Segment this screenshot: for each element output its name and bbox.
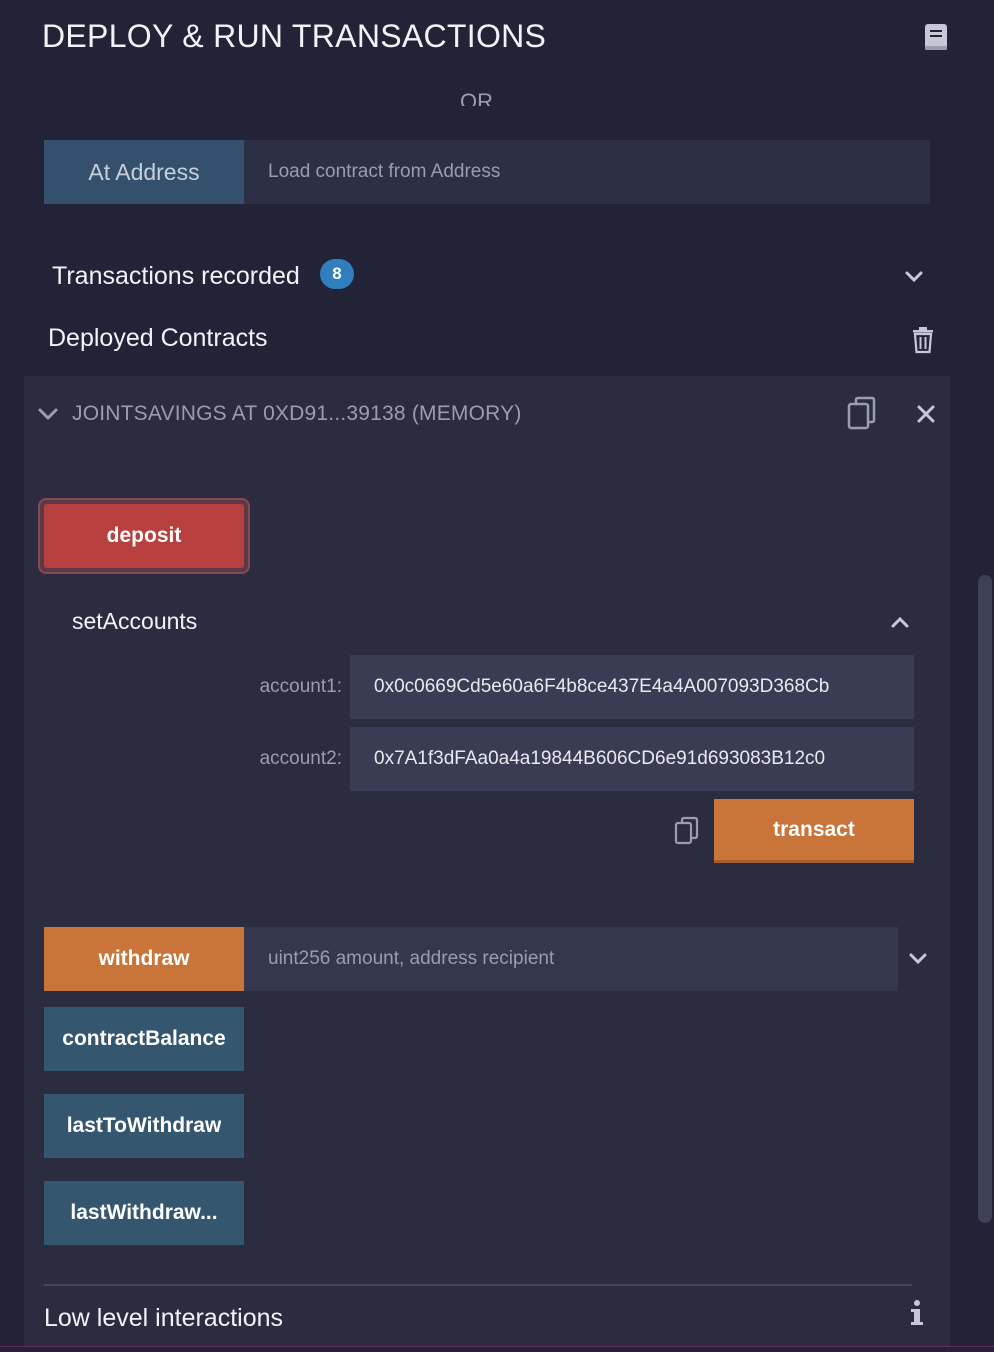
transactions-recorded-label[interactable]: Transactions recorded <box>52 262 300 291</box>
chevron-down-icon[interactable] <box>904 944 932 972</box>
withdraw-button[interactable]: withdraw <box>44 927 244 991</box>
address-input[interactable]: Load contract from Address <box>244 140 930 204</box>
contract-title[interactable]: JOINTSAVINGS AT 0XD91...39138 (MEMORY) <box>72 402 522 426</box>
account1-label: account1: <box>259 676 342 697</box>
or-separator: OR <box>460 92 493 106</box>
scrollbar[interactable] <box>978 575 992 1223</box>
deposit-button[interactable]: deposit <box>44 504 244 568</box>
last-to-withdraw-button[interactable]: lastToWithdraw <box>44 1094 244 1158</box>
page-title: DEPLOY & RUN TRANSACTIONS <box>42 18 547 54</box>
contract-balance-button[interactable]: contractBalance <box>44 1007 244 1071</box>
withdraw-args-input[interactable]: uint256 amount, address recipient <box>244 927 898 991</box>
at-address-button[interactable]: At Address <box>44 140 244 204</box>
account2-input[interactable]: 0x7A1f3dFAa0a4a19844B606CD6e91d693083B12… <box>350 727 914 791</box>
deployed-contracts-label: Deployed Contracts <box>48 324 268 352</box>
close-icon[interactable] <box>914 402 938 426</box>
low-level-interactions-label: Low level interactions <box>44 1304 284 1332</box>
account2-label: account2: <box>259 748 342 769</box>
chevron-down-icon[interactable] <box>900 262 928 290</box>
chevron-up-icon[interactable] <box>886 608 914 636</box>
book-icon[interactable] <box>922 22 950 54</box>
transactions-count-badge: 8 <box>320 259 354 289</box>
copy-icon[interactable] <box>846 396 878 432</box>
status-bar <box>0 1346 994 1352</box>
chevron-down-icon[interactable] <box>36 402 60 426</box>
copy-icon[interactable] <box>674 816 700 846</box>
trash-icon[interactable] <box>910 326 936 354</box>
divider <box>44 1284 912 1286</box>
set-accounts-label: setAccounts <box>72 608 198 634</box>
transact-button[interactable]: transact <box>714 799 914 863</box>
info-icon[interactable] <box>908 1298 926 1328</box>
account1-input[interactable]: 0x0c0669Cd5e60a6F4b8ce437E4a4A007093D368… <box>350 655 914 719</box>
last-withdraw-button[interactable]: lastWithdraw... <box>44 1181 244 1245</box>
